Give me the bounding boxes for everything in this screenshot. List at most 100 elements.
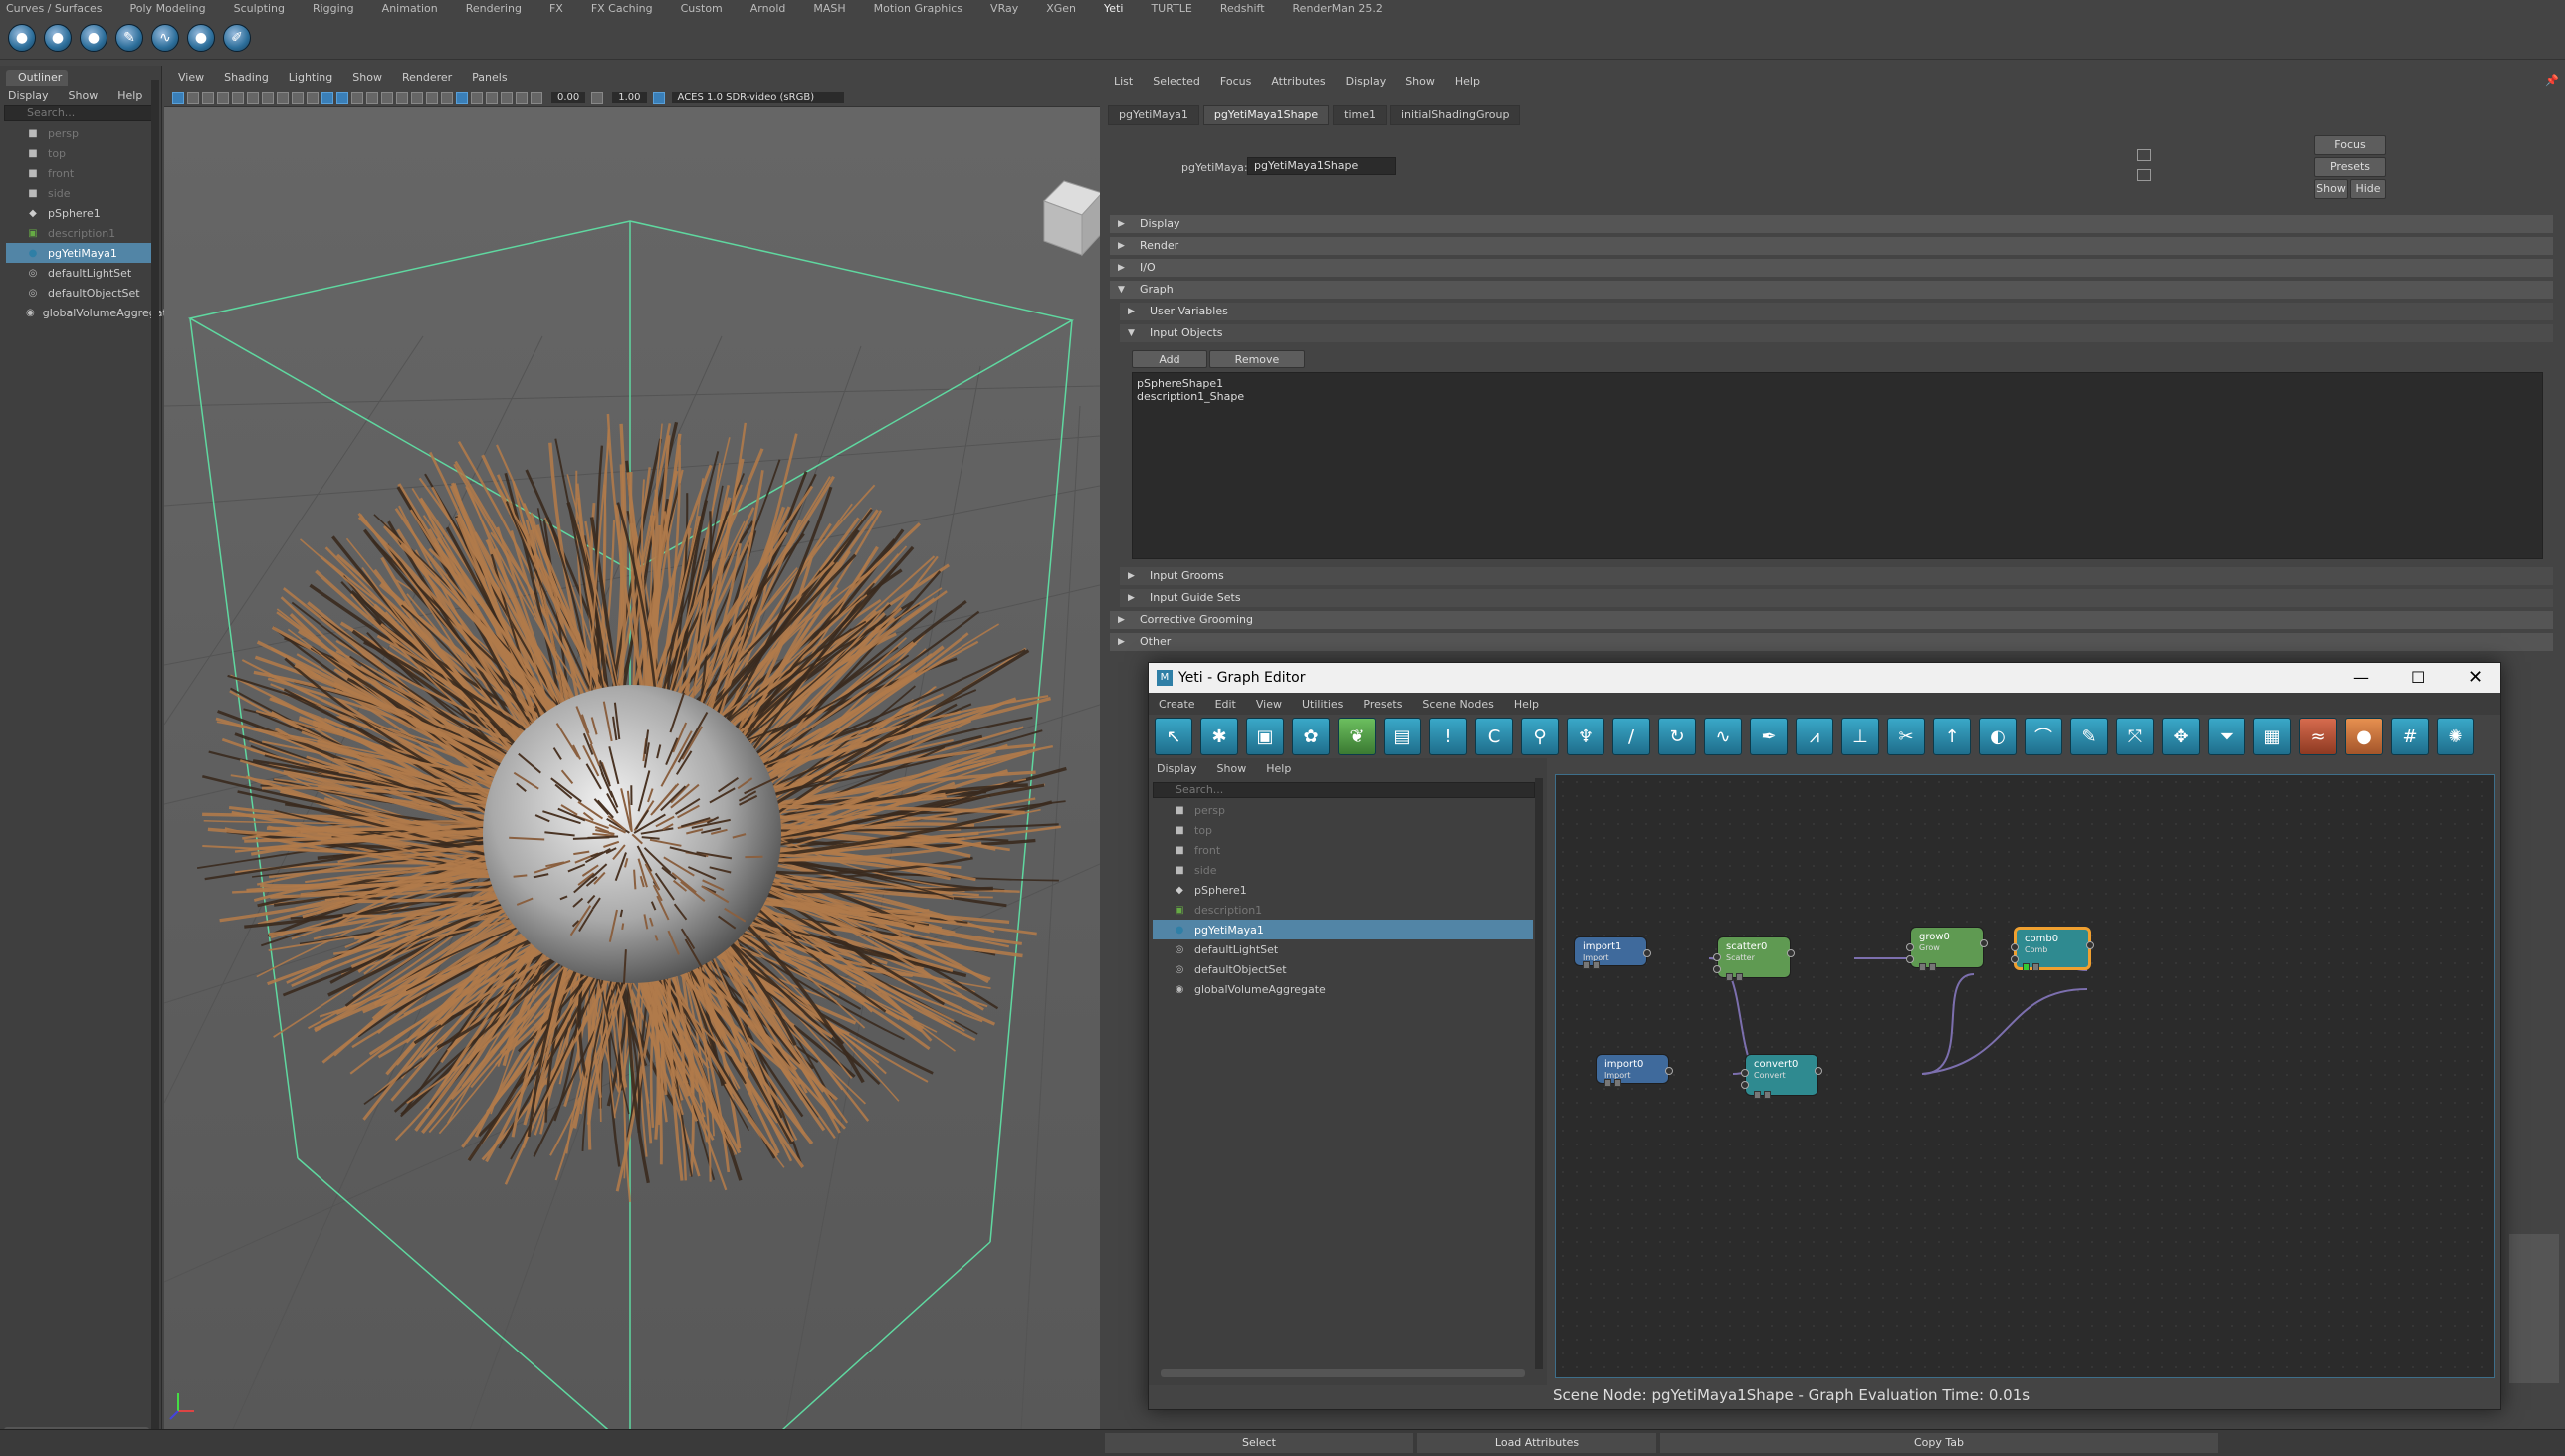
list-item[interactable]: pSphereShape1	[1137, 377, 2538, 390]
viewport-menu-show[interactable]: Show	[352, 71, 382, 84]
ge-outliner-display[interactable]: Display	[1157, 762, 1197, 775]
cache-node-icon[interactable]: ▤	[1384, 718, 1421, 755]
input-port[interactable]	[1741, 1069, 1749, 1077]
select-tool-icon[interactable]: ↖	[1155, 718, 1192, 755]
smooth-shade-icon[interactable]	[336, 91, 348, 104]
ge-search-input[interactable]: Search...	[1153, 782, 1535, 798]
ae-menu-display[interactable]: Display	[1346, 75, 1387, 88]
select-camera-icon[interactable]	[172, 91, 184, 104]
width-node-icon[interactable]: /	[1612, 718, 1650, 755]
resolution-gate-icon[interactable]	[262, 91, 274, 104]
fur-clump-icon[interactable]: ●	[2345, 718, 2383, 755]
presets-button[interactable]: Presets	[2314, 157, 2386, 177]
input-port[interactable]	[1713, 965, 1721, 973]
ae-menu-help[interactable]: Help	[1455, 75, 1480, 88]
hide-button[interactable]: Hide	[2350, 179, 2386, 199]
plug-icon[interactable]	[1614, 1079, 1621, 1087]
shelf-tab-animation[interactable]: Animation	[382, 2, 438, 15]
input-port[interactable]	[2011, 943, 2019, 951]
outliner-item[interactable]: ■ persp	[6, 123, 151, 143]
gate-mask-icon[interactable]	[277, 91, 289, 104]
outliner-scrollbar[interactable]	[151, 80, 159, 1443]
input-port[interactable]	[2011, 955, 2019, 963]
outliner-item[interactable]: ■ top	[6, 143, 151, 163]
ao-icon[interactable]	[396, 91, 408, 104]
xray-components-icon[interactable]	[501, 91, 513, 104]
camera-attributes-icon[interactable]	[187, 91, 199, 104]
maximize-icon[interactable]: ☐	[2411, 663, 2425, 693]
output-port[interactable]	[1643, 949, 1651, 957]
shelf-tab-custom[interactable]: Custom	[681, 2, 723, 15]
output-port[interactable]	[2086, 941, 2094, 949]
outliner-menu-show[interactable]: Show	[69, 89, 99, 102]
ge-outliner-item[interactable]: ◎ defaultLightSet	[1153, 939, 1533, 959]
select-button[interactable]: Select	[1105, 1433, 1413, 1453]
shelf-tab-redshift[interactable]: Redshift	[1220, 2, 1265, 15]
scatter-node-icon[interactable]: ✱	[1200, 718, 1238, 755]
node-import0[interactable]: import0 Import	[1596, 1054, 1673, 1087]
node-convert0[interactable]: convert0 Convert	[1741, 1054, 1822, 1099]
shelf-tab-fx-caching[interactable]: FX Caching	[591, 2, 653, 15]
plug-icon[interactable]	[2023, 963, 2030, 971]
tab-pgyetimaya1shape[interactable]: pgYetiMaya1Shape	[1202, 105, 1330, 125]
section-user-variables[interactable]: ▶ User Variables	[1120, 303, 2553, 320]
node-comb0[interactable]: comb0 Comb	[2011, 927, 2094, 971]
plug-icon[interactable]	[1736, 973, 1743, 981]
scale-node-icon[interactable]: ⤧	[2116, 718, 2154, 755]
split-node-icon[interactable]: ⊥	[1841, 718, 1879, 755]
plug-icon[interactable]	[1583, 961, 1590, 969]
viewport-menu-shading[interactable]: Shading	[224, 71, 269, 84]
ge-outliner-item[interactable]: ◎ defaultObjectSet	[1153, 959, 1533, 979]
output-port[interactable]	[1665, 1067, 1673, 1075]
isolate-icon[interactable]	[456, 91, 468, 104]
viewport-menu-view[interactable]: View	[178, 71, 204, 84]
plug-icon[interactable]	[1593, 961, 1600, 969]
input-objects-list[interactable]: pSphereShape1 description1_Shape	[1132, 372, 2543, 559]
ge-outliner-item[interactable]: ■ persp	[1153, 800, 1533, 820]
graph-editor-titlebar[interactable]: M Yeti - Graph Editor — ☐ ✕	[1149, 663, 2500, 693]
shelf-tab-vray[interactable]: VRay	[990, 2, 1018, 15]
shelf-tab-rigging[interactable]: Rigging	[313, 2, 354, 15]
ge-outliner-item[interactable]: ▣ description1	[1153, 900, 1533, 920]
ge-menu-create[interactable]: Create	[1159, 698, 1195, 711]
focus-input-icon[interactable]	[2137, 149, 2151, 161]
field-chart-icon[interactable]	[292, 91, 304, 104]
ge-menu-help[interactable]: Help	[1514, 698, 1539, 711]
grid-icon[interactable]	[232, 91, 244, 104]
comb-node-icon[interactable]: ✎	[2070, 718, 2108, 755]
shelf-tab-sculpting[interactable]: Sculpting	[234, 2, 285, 15]
yeti-feather-icon[interactable]: ●	[187, 23, 215, 52]
section-corrective-grooming[interactable]: ▶ Corrective Grooming	[1110, 611, 2553, 629]
close-icon[interactable]: ✕	[2468, 663, 2483, 693]
ge-outliner-show[interactable]: Show	[1217, 762, 1247, 775]
feather-node-icon[interactable]: ✒	[1750, 718, 1788, 755]
shelf-tab-yeti[interactable]: Yeti	[1104, 2, 1123, 15]
show-button[interactable]: Show	[2314, 179, 2348, 199]
section-other[interactable]: ▶ Other	[1110, 633, 2553, 651]
focus-button[interactable]: Focus	[2314, 135, 2386, 155]
ge-menu-presets[interactable]: Presets	[1363, 698, 1402, 711]
copy-tab-button[interactable]: Copy Tab	[1660, 1433, 2218, 1453]
wireframe-icon[interactable]	[321, 91, 333, 104]
section-io[interactable]: ▶ I/O	[1110, 259, 2553, 277]
outliner-menu-display[interactable]: Display	[8, 89, 49, 102]
outliner-item[interactable]: ● pgYetiMaya1	[6, 243, 151, 263]
filter-node-icon[interactable]: ⏷	[2208, 718, 2245, 755]
outliner-item[interactable]: ◆ pSphere1	[6, 203, 151, 223]
outliner-item[interactable]: ◎ defaultObjectSet	[6, 283, 151, 303]
plug-icon[interactable]	[1754, 1091, 1761, 1099]
outliner-item[interactable]: ■ side	[6, 183, 151, 203]
cut-node-icon[interactable]: ✂	[1887, 718, 1925, 755]
section-input-grooms[interactable]: ▶ Input Grooms	[1120, 567, 2553, 585]
output-port[interactable]	[1787, 949, 1795, 957]
ge-menu-view[interactable]: View	[1256, 698, 1282, 711]
outliner-item[interactable]: ◉ globalVolumeAggregate	[6, 303, 174, 322]
section-input-objects[interactable]: ▼ Input Objects	[1120, 324, 2553, 342]
section-display[interactable]: ▶ Display	[1110, 215, 2553, 233]
guide-node-icon[interactable]: ⚲	[1521, 718, 1559, 755]
viewport-menu-panels[interactable]: Panels	[472, 71, 507, 84]
textured-icon[interactable]	[351, 91, 363, 104]
ae-menu-selected[interactable]: Selected	[1153, 75, 1200, 88]
node-grow0[interactable]: grow0 Grow	[1906, 927, 1988, 971]
shelf-tab-curves-surfaces[interactable]: Curves / Surfaces	[6, 2, 103, 15]
